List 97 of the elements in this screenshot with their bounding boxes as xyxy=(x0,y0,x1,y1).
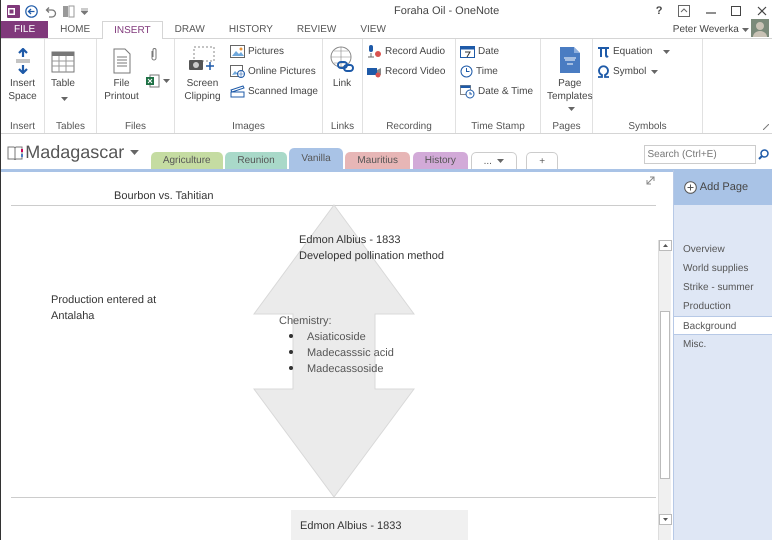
ribbon-button[interactable]: Date & Time xyxy=(460,83,534,100)
page-tab[interactable]: World supplies xyxy=(674,259,772,278)
back-icon[interactable] xyxy=(25,4,38,18)
ribbon-button[interactable]: Link xyxy=(327,41,357,119)
group-label: Pages xyxy=(551,120,582,133)
customize-menu-icon[interactable] xyxy=(80,8,88,14)
help-button[interactable]: ? xyxy=(656,2,662,20)
pi-icon xyxy=(597,45,610,58)
group-label: Files xyxy=(124,120,148,133)
clock-icon xyxy=(460,65,473,78)
section-tab[interactable]: History xyxy=(412,152,468,169)
ribbon-button[interactable]: Insert Space xyxy=(5,41,40,119)
microphone-icon xyxy=(367,45,382,58)
expand-icon[interactable] xyxy=(646,176,655,185)
caret-icon xyxy=(497,159,504,163)
document-icon xyxy=(112,48,132,74)
group-label: Links xyxy=(330,120,356,133)
spreadsheet-button[interactable] xyxy=(146,72,170,89)
caret-icon xyxy=(742,28,748,32)
section-tab[interactable]: Agriculture xyxy=(150,152,223,169)
page-tab[interactable]: Misc. xyxy=(674,335,772,354)
calendar-clock-icon xyxy=(460,84,475,98)
file-tab[interactable]: FILE xyxy=(1,21,48,38)
page-tab[interactable]: Production xyxy=(674,297,772,316)
ribbon-tab[interactable]: VIEW xyxy=(348,21,398,38)
maximize-icon[interactable] xyxy=(731,6,741,16)
note-text[interactable]: Edmon Albius - 1833 xyxy=(300,518,459,534)
spreadsheet-icon xyxy=(146,74,160,88)
avatar-icon[interactable] xyxy=(751,18,770,36)
note-container[interactable]: Edmon Albius - 1833 xyxy=(291,510,468,540)
online-picture-icon xyxy=(230,65,245,78)
group-label: Tables xyxy=(55,120,86,133)
ribbon-button[interactable]: File Printout xyxy=(101,41,142,119)
page-template-icon xyxy=(558,46,581,74)
ribbon-tab[interactable]: INSERT xyxy=(102,21,163,39)
section-tab[interactable]: Reunion xyxy=(225,152,287,169)
omega-icon xyxy=(597,65,610,78)
page-title[interactable]: Bourbon vs. Tahitian xyxy=(114,188,214,204)
picture-icon xyxy=(230,45,245,58)
page-view-icon[interactable] xyxy=(62,4,75,18)
calendar-icon xyxy=(460,45,475,58)
ribbon-button[interactable]: Time xyxy=(460,63,534,80)
video-camera-icon xyxy=(367,65,382,78)
ribbon-display-icon[interactable] xyxy=(678,5,690,17)
group-label: Time Stamp xyxy=(470,120,526,133)
ribbon-button[interactable]: Record Audio xyxy=(367,43,446,60)
notebook-dropdown[interactable]: Madagascar xyxy=(25,139,139,166)
list-item[interactable]: Asiaticoside xyxy=(289,329,366,345)
section-overflow-button[interactable]: ... xyxy=(470,152,518,169)
window-title: Foraha Oil - OneNote xyxy=(393,4,500,19)
undo-icon[interactable] xyxy=(44,4,56,18)
onenote-logo-icon xyxy=(6,4,20,18)
page-tab[interactable]: Overview xyxy=(674,240,772,259)
ribbon-button[interactable]: Equation xyxy=(597,43,670,60)
notebook-icon xyxy=(6,146,22,160)
paperclip-icon xyxy=(150,47,158,61)
list-heading[interactable]: Chemistry: xyxy=(279,313,332,329)
ribbon-button[interactable]: Pictures xyxy=(230,43,318,60)
caret-icon xyxy=(130,150,139,156)
scanner-icon xyxy=(230,85,245,98)
group-label: Symbols xyxy=(627,120,668,133)
page-tab[interactable]: Strike - summer xyxy=(674,278,772,297)
group-label: Insert xyxy=(8,120,36,133)
scroll-up-icon[interactable] xyxy=(659,240,672,251)
ribbon-tab[interactable]: DRAW xyxy=(162,21,217,38)
page-tab[interactable]: Background xyxy=(674,316,772,335)
add-icon xyxy=(684,181,697,194)
list-item[interactable]: Madecassoside xyxy=(289,361,384,377)
ribbon-button[interactable]: Online Pictures xyxy=(230,63,318,80)
search-icon[interactable] xyxy=(758,148,770,160)
ribbon-tab[interactable]: REVIEW xyxy=(284,21,348,38)
ribbon-tab[interactable]: HISTORY xyxy=(216,21,285,38)
dialog-launcher-icon[interactable] xyxy=(763,124,770,130)
user-name[interactable]: Peter Weverka xyxy=(672,22,739,37)
ribbon-button[interactable]: Record Video xyxy=(367,63,446,80)
scroll-down-icon[interactable] xyxy=(659,514,672,525)
search-field[interactable]: Search (Ctrl+E) xyxy=(644,144,756,164)
ribbon-button[interactable]: Table xyxy=(49,41,77,119)
close-icon[interactable] xyxy=(756,6,766,16)
ribbon-button[interactable]: Symbol xyxy=(597,63,670,80)
ribbon-button[interactable]: Page Templates xyxy=(545,41,595,119)
ribbon-button[interactable]: Screen Clipping xyxy=(179,41,226,119)
list-item[interactable]: Madecasssic acid xyxy=(289,345,394,361)
table-icon xyxy=(51,50,75,74)
link-icon xyxy=(329,46,355,74)
group-label: Images xyxy=(231,120,266,133)
ribbon-button[interactable]: Date xyxy=(460,43,534,60)
group-label: Recording xyxy=(385,120,433,133)
add-page-button[interactable]: Add Page xyxy=(674,170,772,205)
ribbon-tab[interactable]: HOME xyxy=(48,21,102,38)
scrollbar[interactable] xyxy=(658,240,671,540)
ribbon-button[interactable]: Scanned Image xyxy=(230,83,318,100)
section-tab[interactable]: Vanilla xyxy=(289,148,343,169)
note-text[interactable]: Edmon Albius - 1833 Developed pollination method xyxy=(299,232,444,264)
section-tab[interactable]: Mauritius xyxy=(345,152,410,169)
new-section-button[interactable]: + xyxy=(526,152,558,169)
note-text[interactable]: Production entered at Antalaha xyxy=(51,292,156,324)
